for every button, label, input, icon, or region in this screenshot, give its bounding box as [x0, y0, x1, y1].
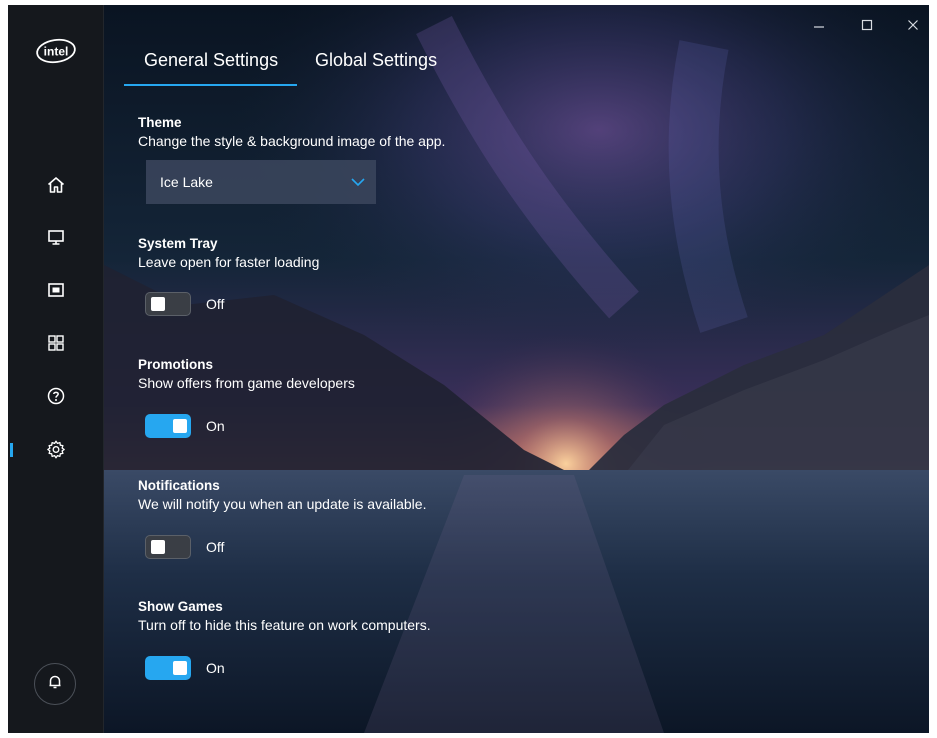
active-indicator: [10, 443, 13, 457]
system-tray-toggle-row: Off: [145, 292, 224, 316]
sidebar-item-help[interactable]: [8, 376, 103, 416]
theme-dropdown[interactable]: Ice Lake: [146, 160, 376, 204]
sidebar-item-home[interactable]: [8, 165, 103, 205]
show-games-description: Turn off to hide this feature on work co…: [138, 617, 431, 633]
bell-icon: [46, 673, 64, 695]
promotions-section: Promotions Show offers from game develop…: [138, 356, 355, 393]
media-icon: [46, 280, 66, 300]
sidebar-item-apps[interactable]: [8, 323, 103, 363]
toggle-knob: [151, 297, 165, 311]
system-tray-section: System Tray Leave open for faster loadin…: [138, 235, 319, 272]
promotions-toggle[interactable]: [145, 414, 191, 438]
toggle-knob: [173, 419, 187, 433]
maximize-icon: [861, 16, 873, 35]
apps-grid-icon: [46, 333, 66, 353]
theme-title: Theme: [138, 115, 182, 130]
theme-dropdown-value: Ice Lake: [160, 174, 213, 190]
system-tray-state: Off: [206, 296, 225, 312]
notifications-toggle[interactable]: [145, 535, 191, 559]
intel-logo-text: intel: [44, 45, 69, 59]
app-window: intel General Settings Global Settings T…: [8, 5, 929, 733]
show-games-section: Show Games Turn off to hide this feature…: [138, 598, 431, 635]
notifications-description: We will notify you when an update is ava…: [138, 496, 427, 512]
sidebar-item-settings[interactable]: [8, 429, 103, 469]
system-tray-toggle[interactable]: [145, 292, 191, 316]
minimize-icon: [813, 16, 825, 35]
theme-section: Theme Change the style & background imag…: [138, 114, 445, 151]
sidebar-item-media[interactable]: [8, 270, 103, 310]
notifications-state: Off: [206, 539, 225, 555]
maximize-button[interactable]: [852, 13, 882, 37]
show-games-toggle-row: On: [145, 656, 225, 680]
close-button[interactable]: [898, 13, 928, 37]
show-games-state: On: [206, 660, 225, 676]
close-icon: [907, 16, 919, 35]
sidebar: intel: [8, 5, 104, 733]
main-content: General Settings Global Settings Theme C…: [104, 5, 929, 733]
tab-general-settings[interactable]: General Settings: [144, 50, 278, 71]
promotions-toggle-row: On: [145, 414, 225, 438]
sidebar-item-display[interactable]: [8, 217, 103, 257]
system-tray-description: Leave open for faster loading: [138, 254, 320, 270]
notifications-title: Notifications: [138, 478, 220, 493]
show-games-toggle[interactable]: [145, 656, 191, 680]
minimize-button[interactable]: [804, 13, 834, 37]
theme-description: Change the style & background image of t…: [138, 133, 446, 149]
notifications-bell-button[interactable]: [34, 663, 76, 705]
promotions-title: Promotions: [138, 357, 214, 372]
promotions-description: Show offers from game developers: [138, 375, 355, 391]
help-icon: [46, 386, 66, 406]
system-tray-title: System Tray: [138, 236, 218, 251]
chevron-down-icon: [350, 174, 366, 194]
show-games-title: Show Games: [138, 599, 223, 614]
home-icon: [46, 175, 66, 195]
notifications-toggle-row: Off: [145, 535, 224, 559]
notifications-section: Notifications We will notify you when an…: [138, 477, 426, 514]
toggle-knob: [173, 661, 187, 675]
toggle-knob: [151, 540, 165, 554]
gear-icon: [46, 439, 66, 459]
monitor-icon: [46, 227, 66, 247]
tab-global-settings[interactable]: Global Settings: [315, 50, 437, 71]
intel-logo: intel: [35, 37, 77, 65]
active-tab-underline: [124, 84, 297, 86]
promotions-state: On: [206, 418, 225, 434]
